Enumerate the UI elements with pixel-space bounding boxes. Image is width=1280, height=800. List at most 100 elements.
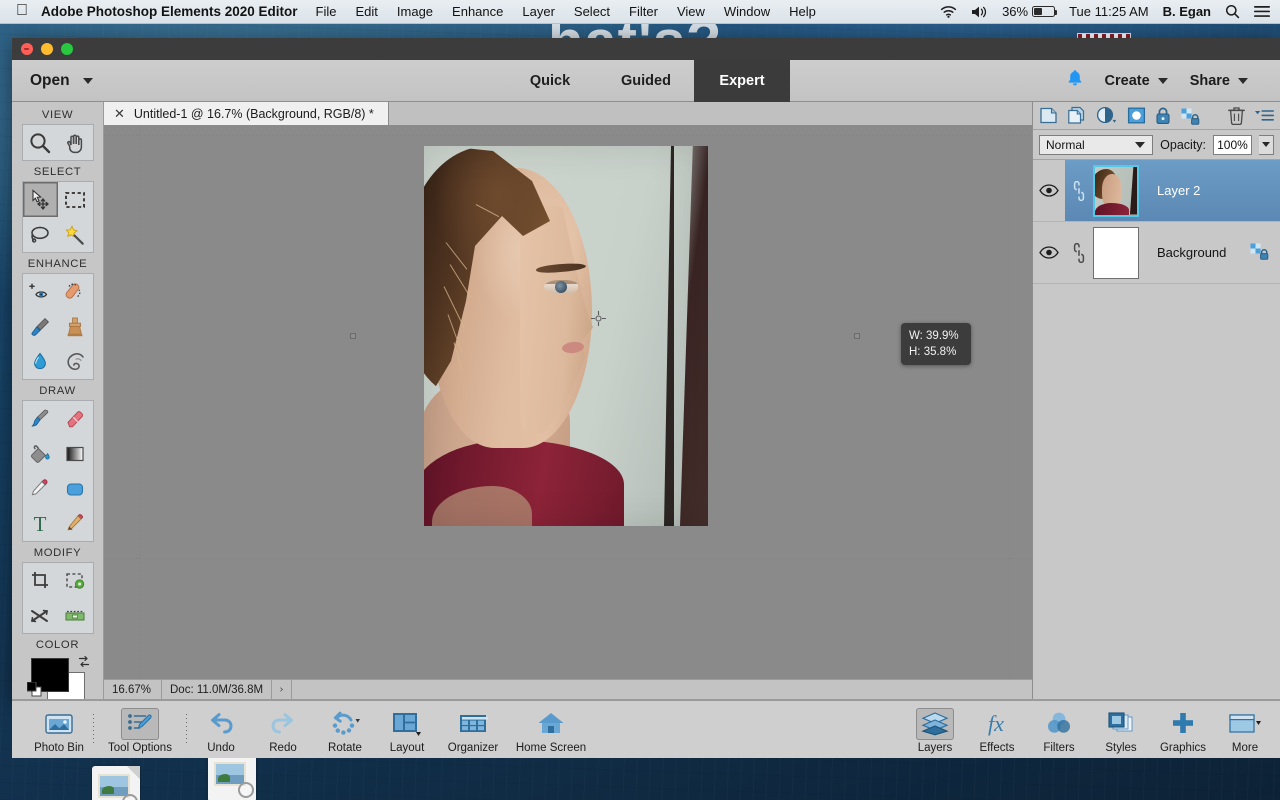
active-app-name[interactable]: Adobe Photoshop Elements 2020 Editor — [41, 4, 298, 19]
smart-brush-tool-icon[interactable] — [23, 309, 58, 344]
crop-tool-icon[interactable] — [23, 563, 58, 598]
preview-app-icon[interactable] — [208, 754, 256, 800]
menu-item-view[interactable]: View — [677, 4, 705, 19]
default-colors-icon[interactable] — [26, 681, 42, 700]
layer-transparency-lock-icon[interactable] — [1180, 106, 1201, 125]
layer-thumbnail[interactable] — [1093, 226, 1139, 279]
zoom-level[interactable]: 16.67% — [104, 680, 162, 699]
rotate-button[interactable]: Rotate — [314, 706, 376, 754]
layer-name[interactable]: Background — [1157, 245, 1226, 260]
content-aware-move-tool-icon[interactable] — [23, 598, 58, 633]
red-eye-removal-tool-icon[interactable] — [23, 274, 58, 309]
blur-tool-icon[interactable] — [23, 344, 58, 379]
layer-visibility-toggle[interactable] — [1033, 222, 1065, 283]
volume-icon[interactable] — [971, 5, 988, 19]
layers-button[interactable]: Layers — [904, 706, 966, 754]
menu-item-help[interactable]: Help — [789, 4, 816, 19]
straighten-tool-icon[interactable] — [58, 598, 93, 633]
more-panel-button[interactable]: More — [1214, 706, 1276, 754]
menu-item-edit[interactable]: Edit — [356, 4, 378, 19]
swap-colors-icon[interactable] — [77, 655, 91, 674]
create-button[interactable]: Create — [1105, 73, 1150, 89]
open-button[interactable]: Open — [30, 72, 70, 90]
opacity-input[interactable]: 100% — [1213, 134, 1252, 155]
chevron-right-icon[interactable] — [272, 680, 293, 699]
opacity-stepper[interactable] — [1258, 134, 1274, 155]
layer-name[interactable]: Layer 2 — [1157, 183, 1200, 198]
apple-logo-icon[interactable]:  — [0, 2, 41, 21]
brush-tool-icon[interactable] — [23, 401, 58, 436]
color-picker-tool-icon[interactable] — [23, 471, 58, 506]
redo-button[interactable]: Redo — [252, 706, 314, 754]
minimize-window-button[interactable] — [41, 43, 53, 55]
blend-mode-chevron-down-icon[interactable] — [1135, 141, 1146, 148]
filters-button[interactable]: Filters — [1028, 706, 1090, 754]
delete-layer-icon[interactable] — [1228, 106, 1245, 125]
gradient-tool-icon[interactable] — [58, 436, 93, 471]
zoom-tool-icon[interactable] — [23, 125, 58, 160]
transform-handle-left[interactable] — [350, 333, 356, 339]
photo-bin-button[interactable]: Photo Bin — [28, 706, 90, 754]
menu-item-layer[interactable]: Layer — [522, 4, 555, 19]
tool-options-button[interactable]: Tool Options — [97, 706, 183, 754]
menu-user-name[interactable]: B. Egan — [1163, 4, 1211, 19]
menu-item-image[interactable]: Image — [397, 4, 433, 19]
spot-healing-brush-tool-icon[interactable] — [58, 274, 93, 309]
wifi-icon[interactable] — [940, 5, 957, 18]
lock-layer-icon[interactable] — [1155, 106, 1171, 125]
battery-icon[interactable]: 36% — [1002, 4, 1058, 19]
link-layers-icon[interactable] — [1065, 180, 1093, 201]
tab-guided[interactable]: Guided — [598, 60, 694, 102]
lasso-tool-icon[interactable] — [23, 217, 58, 252]
document-tab[interactable]: ✕ Untitled-1 @ 16.7% (Background, RGB/8)… — [104, 102, 389, 125]
recompose-tool-icon[interactable] — [58, 563, 93, 598]
transform-handle-right[interactable] — [854, 333, 860, 339]
create-chevron-down-icon[interactable] — [1157, 77, 1168, 84]
menu-item-filter[interactable]: Filter — [629, 4, 658, 19]
menu-item-enhance[interactable]: Enhance — [452, 4, 503, 19]
organizer-button[interactable]: Organizer — [438, 706, 508, 754]
share-button[interactable]: Share — [1190, 73, 1230, 89]
image-document-icon[interactable] — [92, 766, 140, 800]
adjustment-layer-icon[interactable] — [1096, 106, 1118, 125]
new-layer-icon[interactable] — [1039, 106, 1058, 125]
layout-button[interactable]: Layout — [376, 706, 438, 754]
menu-item-file[interactable]: File — [316, 4, 337, 19]
pencil-tool-icon[interactable] — [58, 506, 93, 541]
graphics-button[interactable]: Graphics — [1152, 706, 1214, 754]
eraser-tool-icon[interactable] — [58, 401, 93, 436]
magic-wand-tool-icon[interactable] — [58, 217, 93, 252]
menu-item-window[interactable]: Window — [724, 4, 770, 19]
close-tab-icon[interactable]: ✕ — [114, 107, 125, 120]
canvas-photo-layer[interactable] — [424, 146, 708, 526]
menu-clock[interactable]: Tue 11:25 AM — [1069, 4, 1149, 19]
clone-stamp-tool-icon[interactable] — [58, 309, 93, 344]
maximize-window-button[interactable] — [61, 43, 73, 55]
home-screen-button[interactable]: Home Screen — [508, 706, 594, 754]
layer-visibility-toggle[interactable] — [1033, 160, 1065, 221]
layer-row-background[interactable]: Background — [1033, 222, 1280, 284]
sponge-tool-icon[interactable] — [58, 344, 93, 379]
layer-thumbnail[interactable] — [1093, 164, 1139, 217]
hand-tool-icon[interactable] — [58, 125, 93, 160]
layer-mask-icon[interactable] — [1127, 106, 1146, 125]
blend-mode-select[interactable]: Normal — [1039, 134, 1154, 155]
tab-expert[interactable]: Expert — [694, 59, 790, 102]
layer-row-layer-2[interactable]: Layer 2 — [1033, 160, 1280, 222]
open-dropdown-chevron-down-icon[interactable] — [82, 77, 93, 84]
panel-menu-icon[interactable] — [1254, 107, 1274, 124]
undo-button[interactable]: Undo — [190, 706, 252, 754]
notification-bell-icon[interactable] — [1067, 69, 1083, 92]
spotlight-search-icon[interactable] — [1225, 4, 1240, 19]
shape-tool-icon[interactable] — [58, 471, 93, 506]
tab-quick[interactable]: Quick — [502, 60, 598, 102]
move-tool-icon[interactable] — [22, 182, 58, 217]
styles-button[interactable]: Styles — [1090, 706, 1152, 754]
type-tool-icon[interactable]: T — [23, 506, 58, 541]
share-chevron-down-icon[interactable] — [1238, 77, 1248, 84]
rectangular-marquee-tool-icon[interactable] — [58, 182, 93, 217]
paint-bucket-tool-icon[interactable] — [23, 436, 58, 471]
canvas-viewport[interactable]: W: 39.9% H: 35.8% — [104, 126, 1032, 679]
control-center-icon[interactable] — [1254, 5, 1270, 18]
link-layers-icon[interactable] — [1065, 242, 1093, 263]
